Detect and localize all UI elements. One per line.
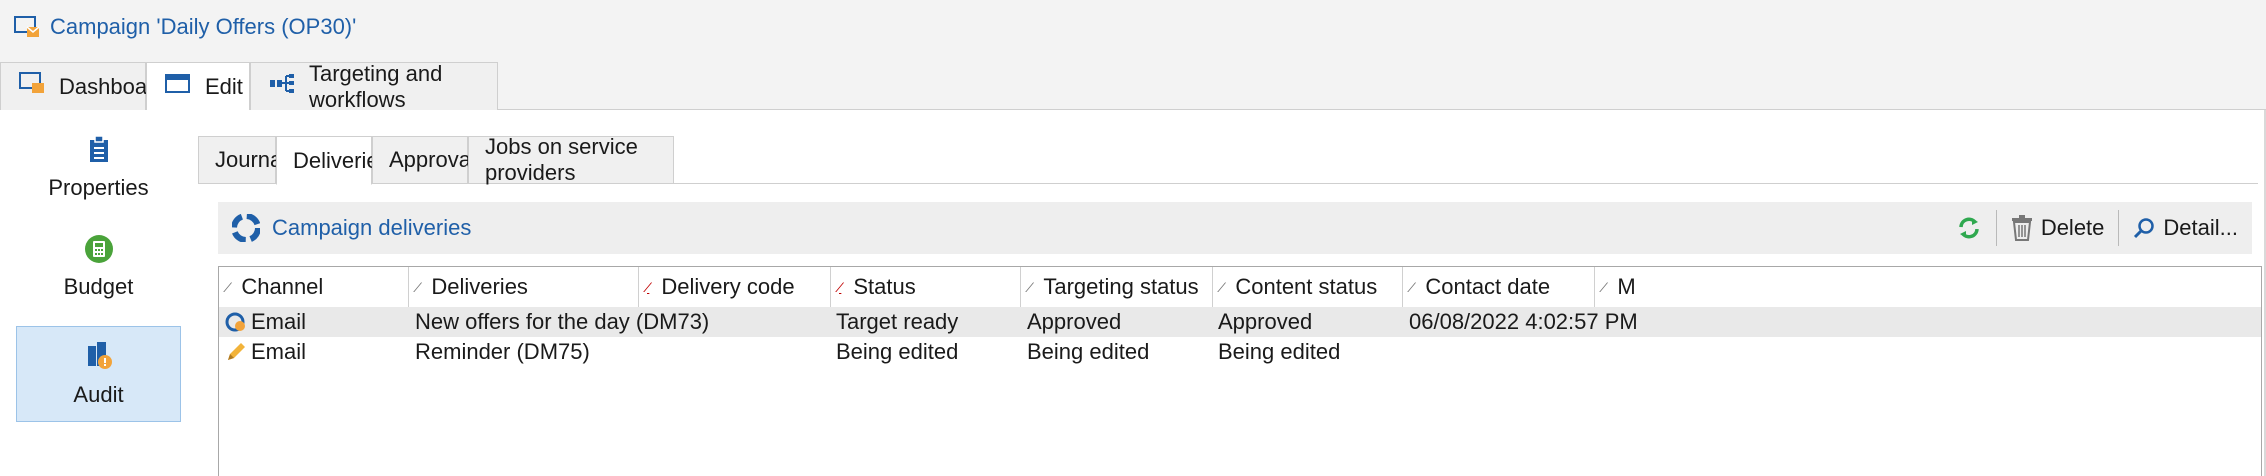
column-label: Delivery code [661, 274, 795, 299]
column-header-more[interactable]: ⁄ M [1595, 267, 1715, 307]
sort-indicator-icon: ⁄ [1221, 279, 1224, 295]
detail-label: Detail... [2163, 215, 2238, 240]
cell-content-status: Being edited [1218, 339, 1341, 364]
refresh-icon[interactable] [1956, 215, 1982, 241]
sub-tab-bar: Journal Deliveries Approvals Jobs on ser… [198, 134, 2258, 185]
audit-icon [84, 340, 114, 376]
cell-content-status: Approved [1218, 309, 1313, 334]
column-header-status[interactable]: ⁄ Status [831, 267, 1021, 307]
cell-contact-date: 06/08/2022 4:02:57 PM [1409, 309, 1638, 334]
column-header-contact-date[interactable]: ⁄ Contact date [1403, 267, 1595, 307]
cell-channel: Email [251, 339, 307, 364]
sort-indicator-icon: ⁄ [839, 279, 842, 295]
table-row[interactable]: Email Reminder (DM75) Being edited Being… [219, 337, 2261, 367]
nav-label: Properties [48, 175, 149, 200]
cell-delivery: New offers for the day (DM73) [415, 309, 710, 334]
column-label: Channel [241, 274, 324, 299]
column-label: Status [853, 274, 916, 299]
delivery-status-icon [225, 307, 247, 337]
table-row[interactable]: Email New offers for the day (DM73) Targ… [219, 307, 2261, 337]
nav-label: Budget [63, 274, 134, 299]
nav-item-properties[interactable]: Properties [16, 124, 181, 212]
sort-indicator-icon: ⁄ [227, 279, 230, 295]
sort-indicator-icon: ⁄ [647, 279, 650, 295]
clipboard-icon [88, 135, 110, 169]
nav-label: Audit [73, 382, 124, 407]
tab-journal[interactable]: Journal [198, 136, 287, 184]
column-label: M [1617, 274, 1636, 299]
tab-deliveries[interactable]: Deliveries [276, 136, 390, 185]
pencil-icon [225, 337, 247, 367]
column-label: Deliveries [431, 274, 528, 299]
column-header-channel[interactable]: ⁄ Channel [219, 267, 409, 307]
delete-label: Delete [2040, 215, 2105, 240]
deliveries-icon [232, 214, 260, 242]
edit-content-area: Properties Budget Audit Journal Deliveri… [0, 110, 2266, 476]
trash-icon [2011, 215, 2033, 241]
window-title: Campaign 'Daily Offers (OP30)' [50, 14, 357, 39]
sort-indicator-icon: ⁄ [1603, 279, 1606, 295]
left-navigation: Properties Budget Audit [0, 110, 196, 476]
cell-status: Being edited [836, 339, 959, 364]
tab-label: Edit [205, 74, 243, 99]
table-header: ⁄ Channel ⁄ Deliveries ⁄ Delivery code ⁄ Sta… [219, 267, 2261, 307]
nav-item-audit[interactable]: Audit [16, 326, 181, 422]
column-header-targeting-status[interactable]: ⁄ Targeting status [1021, 267, 1213, 307]
column-header-deliveries[interactable]: ⁄ Deliveries [409, 267, 639, 307]
toolbar-separator [2118, 210, 2120, 246]
workflow-icon [269, 73, 295, 101]
panel-title: Campaign deliveries [272, 215, 472, 240]
cell-delivery: Reminder (DM75) [415, 339, 590, 364]
tab-edit[interactable]: Edit [146, 62, 250, 111]
calculator-icon [84, 234, 114, 270]
tab-label: Targeting and workflows [309, 60, 443, 112]
toolbar-separator [1995, 210, 1997, 246]
column-header-delivery-code[interactable]: ⁄ Delivery code [639, 267, 831, 307]
tab-dashboard[interactable]: Dashboard [0, 62, 167, 110]
tab-approvals[interactable]: Approvals [372, 136, 487, 184]
dashboard-icon [19, 71, 45, 102]
deliveries-toolbar: Campaign deliveries Delete Detail... [218, 202, 2252, 254]
window-titlebar: Campaign 'Daily Offers (OP30)' [0, 0, 2266, 54]
detail-button[interactable]: Detail... [2133, 215, 2238, 241]
tab-label: Jobs on service providers [485, 134, 638, 185]
nav-item-budget[interactable]: Budget [16, 224, 181, 310]
magnifier-icon [2133, 217, 2155, 239]
main-tab-bar: Dashboard Edit Targeting and workflows [0, 54, 2266, 112]
sort-indicator-icon: ⁄ [417, 279, 420, 295]
tab-targeting-and-workflows[interactable]: Targeting and workflows [250, 60, 498, 112]
delete-button[interactable]: Delete [2011, 215, 2105, 241]
cell-channel: Email [251, 309, 307, 334]
column-header-content-status[interactable]: ⁄ Content status [1213, 267, 1403, 307]
campaign-icon [14, 16, 40, 38]
edit-form-icon [165, 73, 191, 101]
cell-targeting-status: Being edited [1027, 339, 1150, 364]
sort-indicator-icon: ⁄ [1029, 279, 1032, 295]
cell-targeting-status: Approved [1027, 309, 1122, 334]
cell-status: Target ready [836, 309, 959, 334]
tab-jobs-on-service-providers[interactable]: Jobs on service providers [468, 134, 674, 185]
column-label: Contact date [1425, 274, 1551, 299]
deliveries-table: ⁄ Channel ⁄ Deliveries ⁄ Delivery code ⁄ Sta… [218, 266, 2262, 476]
toolbar-actions: Delete Detail... [1956, 202, 2238, 254]
column-label: Targeting status [1043, 274, 1199, 299]
column-label: Content status [1235, 274, 1378, 299]
sort-indicator-icon: ⁄ [1411, 279, 1414, 295]
